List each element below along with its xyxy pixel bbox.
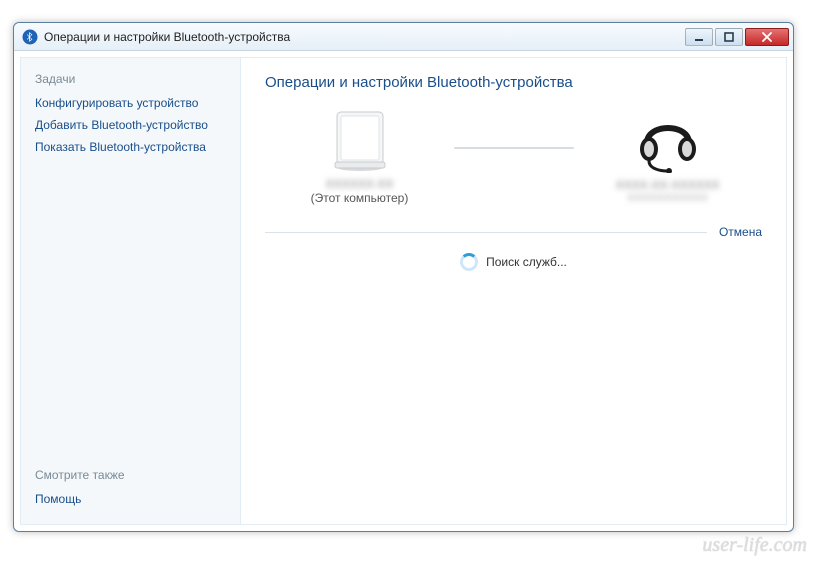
divider-row: Отмена	[265, 225, 762, 239]
watermark: user-life.com	[702, 534, 807, 557]
sidebar-task-show-devices[interactable]: Показать Bluetooth-устройства	[35, 140, 226, 154]
page-heading: Операции и настройки Bluetooth-устройств…	[265, 74, 762, 91]
local-computer-device: XXXXXX-XX (Этот компьютер)	[280, 105, 440, 205]
spinner-icon	[460, 253, 478, 271]
window-controls	[685, 28, 789, 46]
local-device-name-blurred: XXXXXX-XX	[280, 177, 440, 191]
remote-device-name-blurred: XXXX-XX-XXXXXX	[588, 178, 748, 192]
status-row: Поиск служб...	[265, 253, 762, 271]
connection-line	[454, 147, 574, 149]
divider-line	[265, 232, 707, 233]
sidebar: Задачи Конфигурировать устройство Добави…	[20, 57, 240, 525]
remote-device-sub-blurred: XXXXXXXXXXX	[588, 192, 748, 204]
sidebar-task-add-device[interactable]: Добавить Bluetooth-устройство	[35, 118, 226, 132]
sidebar-see-also-header: Смотрите также	[35, 468, 226, 482]
computer-icon	[280, 105, 440, 175]
minimize-button[interactable]	[685, 28, 713, 46]
cancel-link[interactable]: Отмена	[719, 225, 762, 239]
remote-headset-device: XXXX-XX-XXXXXX XXXXXXXXXXX	[588, 106, 748, 204]
close-button[interactable]	[745, 28, 789, 46]
titlebar[interactable]: Операции и настройки Bluetooth-устройств…	[14, 23, 793, 51]
status-text: Поиск служб...	[486, 255, 567, 269]
sidebar-tasks-header: Задачи	[35, 72, 226, 86]
devices-row: XXXXXX-XX (Этот компьютер)	[265, 105, 762, 205]
window-title: Операции и настройки Bluetooth-устройств…	[44, 30, 685, 44]
local-device-caption: (Этот компьютер)	[280, 191, 440, 205]
bluetooth-settings-window: Операции и настройки Bluetooth-устройств…	[13, 22, 794, 532]
headset-icon	[588, 106, 748, 176]
sidebar-help-link[interactable]: Помощь	[35, 492, 226, 506]
maximize-button[interactable]	[715, 28, 743, 46]
bluetooth-icon	[22, 29, 38, 45]
sidebar-task-configure[interactable]: Конфигурировать устройство	[35, 96, 226, 110]
main-panel: Операции и настройки Bluetooth-устройств…	[240, 57, 787, 525]
